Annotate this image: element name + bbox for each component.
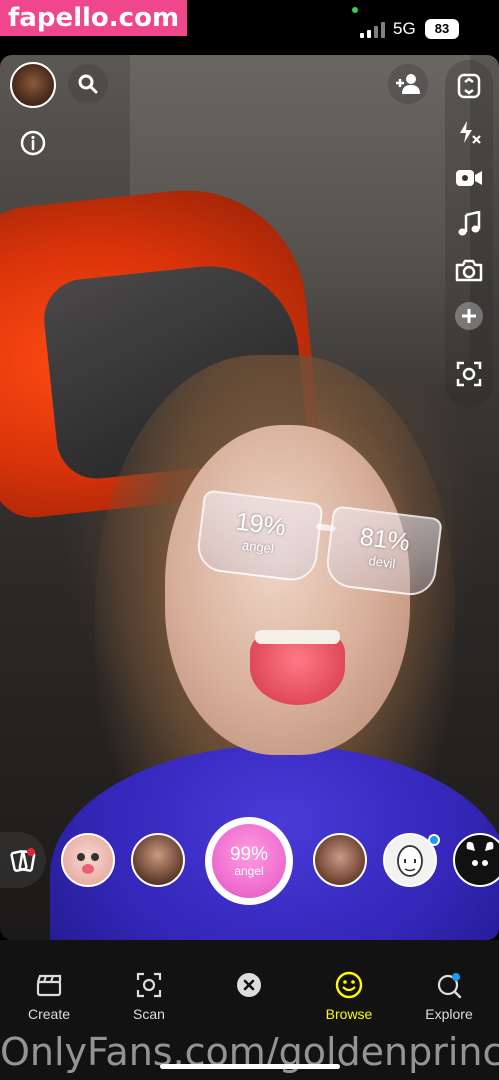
- info-icon: [20, 130, 46, 156]
- camera-viewfinder[interactable]: 19% angel 81% devil: [0, 55, 499, 940]
- nav-create-label: Create: [27, 1006, 71, 1022]
- egg-face-lens-icon: [397, 845, 423, 877]
- status-bar: fapello.com 5G 83: [0, 0, 499, 55]
- subject-teeth: [255, 630, 340, 644]
- scan-focus-icon: [456, 361, 482, 387]
- signal-icon: [360, 22, 386, 38]
- devil-horns-lens-icon: [466, 841, 494, 866]
- music-button[interactable]: [453, 208, 485, 240]
- memories-icon: [10, 848, 36, 872]
- music-icon: [458, 211, 481, 236]
- nav-scan[interactable]: Scan: [109, 970, 189, 1022]
- scan-icon: [134, 970, 164, 1000]
- home-indicator[interactable]: [160, 1064, 340, 1069]
- watermark-top: fapello.com: [0, 0, 188, 36]
- baby-face-lens-icon: [77, 853, 99, 874]
- flip-camera-icon: [457, 73, 481, 99]
- camera-timer-button[interactable]: [453, 254, 485, 286]
- camera-timer-icon: [455, 259, 483, 282]
- capture-button[interactable]: 99% angel: [205, 817, 293, 905]
- flash-button[interactable]: [453, 116, 485, 148]
- lens-portrait[interactable]: [131, 833, 185, 887]
- battery-icon: 83: [425, 19, 459, 39]
- more-tools-button[interactable]: [453, 300, 485, 332]
- nav-explore-label: Explore: [425, 1006, 473, 1022]
- lens-baby-face[interactable]: [61, 833, 115, 887]
- nav-scan-label: Scan: [133, 1006, 165, 1022]
- search-button[interactable]: [68, 64, 108, 104]
- capture-lens-preview: 99% angel: [212, 824, 286, 898]
- lens-face[interactable]: [313, 833, 367, 887]
- profile-avatar[interactable]: [10, 62, 56, 108]
- search-icon: [78, 74, 98, 94]
- clapper-icon: [34, 970, 64, 1000]
- flip-camera-button[interactable]: [453, 70, 485, 102]
- lens-devil-horns[interactable]: [453, 833, 499, 887]
- capture-percent: 99%: [229, 843, 269, 865]
- explore-icon: [434, 970, 464, 1000]
- lens-notification-dot: [428, 834, 440, 846]
- flash-off-icon: [460, 121, 481, 144]
- camera-tools-rail: [445, 60, 493, 408]
- scan-focus-button[interactable]: [453, 358, 485, 390]
- nav-browse-label: Browse: [325, 1006, 373, 1022]
- right-lens: 81% devil: [323, 505, 443, 599]
- nav-close[interactable]: [209, 970, 289, 1006]
- video-chat-button[interactable]: [453, 162, 485, 194]
- add-friend-icon: [396, 74, 420, 94]
- left-lens: 19% angel: [194, 489, 324, 584]
- smile-icon: [334, 970, 364, 1000]
- nav-explore[interactable]: Explore: [409, 970, 489, 1022]
- nav-create[interactable]: Create: [9, 970, 89, 1022]
- add-friend-button[interactable]: [388, 64, 428, 104]
- plus-icon: [455, 302, 483, 330]
- video-chat-icon: [456, 170, 482, 186]
- close-icon: [234, 970, 264, 1000]
- nav-browse[interactable]: Browse: [309, 970, 389, 1022]
- camera-in-use-indicator: [352, 7, 358, 13]
- network-type: 5G: [393, 19, 416, 38]
- info-button[interactable]: [13, 123, 53, 163]
- capture-label: angel: [234, 863, 264, 878]
